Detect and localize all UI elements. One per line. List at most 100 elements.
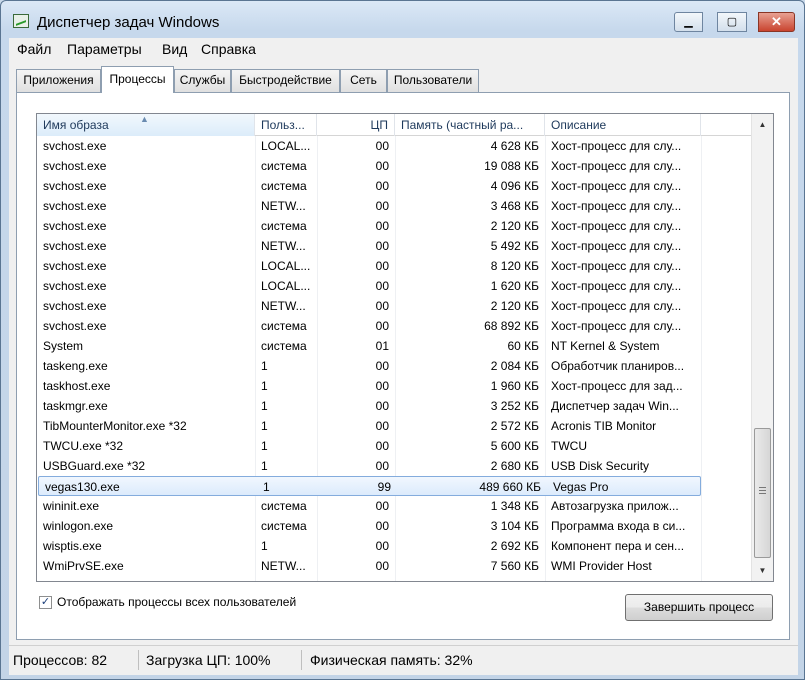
table-row[interactable]: taskhost.exe 1 00 1 960 КБ Хост-процесс для … (37, 376, 751, 396)
table-row[interactable]: TibMounterMonitor.exe *32 1 00 2 572 КБ Acro… (37, 416, 751, 436)
process-list[interactable]: ▲ Имя образа Польз... ЦП Память (частный… (36, 113, 774, 582)
table-row[interactable]: svchost.exe NETW... 00 3 468 КБ Хост-процесс… (37, 196, 751, 216)
process-name: USBGuard.exe *32 (43, 459, 146, 473)
table-row[interactable]: svchost.exe система 00 4 096 КБ Хост-процесс… (37, 176, 751, 196)
column-memory[interactable]: Память (частный ра... (395, 114, 545, 136)
process-user: 1 (261, 459, 268, 473)
status-physical-memory: Физическая память: 32% (310, 652, 473, 668)
process-memory: 5 492 КБ (490, 239, 539, 253)
column-description[interactable]: Описание (545, 114, 701, 136)
status-bar: Процессов: 82 Загрузка ЦП: 100% Физическ… (9, 645, 798, 675)
process-name: svchost.exe (43, 139, 107, 153)
process-memory: 3 252 КБ (490, 399, 539, 413)
vertical-scrollbar[interactable]: ▲ ▼ (751, 114, 773, 581)
table-row[interactable]: wininit.exe система 00 1 348 КБ Автозагрузка… (37, 496, 751, 516)
process-memory: 1 960 КБ (490, 379, 539, 393)
process-name: svchost.exe (43, 179, 107, 193)
process-cpu: 99 (377, 480, 391, 494)
process-cpu: 00 (375, 439, 389, 453)
process-cpu: 00 (375, 499, 389, 513)
menu-file[interactable]: Файл (17, 41, 51, 57)
table-row[interactable]: taskmgr.exe 1 00 3 252 КБ Диспетчер задач Wi… (37, 396, 751, 416)
process-description: Автозагрузка прилож... (551, 499, 679, 513)
title-bar[interactable]: Диспетчер задач Windows ▁ ▢ ✕ (1, 1, 804, 37)
process-description: TWCU (551, 439, 587, 453)
end-process-button[interactable]: Завершить процесс (625, 594, 773, 621)
process-cpu: 00 (375, 319, 389, 333)
process-name: wisptis.exe (43, 539, 102, 553)
scroll-up-arrow-icon[interactable]: ▲ (752, 116, 773, 133)
table-row[interactable]: svchost.exe NETW... 00 5 492 КБ Хост-процесс… (37, 236, 751, 256)
column-image-name[interactable]: ▲ Имя образа (37, 114, 255, 136)
process-memory: 3 468 КБ (490, 199, 539, 213)
table-row[interactable]: USBGuard.exe *32 1 00 2 680 КБ USB Disk Secu… (37, 456, 751, 476)
show-all-users-checkbox[interactable]: ✓ (39, 596, 52, 609)
table-row[interactable]: TWCU.exe *32 1 00 5 600 КБ TWCU (37, 436, 751, 456)
show-all-users-label[interactable]: Отображать процессы всех пользователей (57, 595, 296, 609)
process-name: taskeng.exe (43, 359, 108, 373)
table-row[interactable]: winlogon.exe система 00 3 104 КБ Программа в… (37, 516, 751, 536)
process-description: Хост-процесс для слу... (551, 139, 682, 153)
process-memory: 5 600 КБ (490, 439, 539, 453)
table-row[interactable]: svchost.exe система 00 2 120 КБ Хост-процесс… (37, 216, 751, 236)
table-row[interactable]: vegas130.exe 1 99 489 660 КБ Vegas Pro (38, 476, 701, 496)
process-description: NT Kernel & System (551, 339, 660, 353)
process-name: svchost.exe (43, 239, 107, 253)
tab-applications[interactable]: Приложения (16, 69, 101, 92)
process-name: svchost.exe (43, 199, 107, 213)
process-name: System (43, 339, 84, 353)
tab-services[interactable]: Службы (174, 69, 231, 92)
close-button[interactable]: ✕ (758, 12, 795, 32)
table-row[interactable]: svchost.exe система 00 68 892 КБ Хост-процес… (37, 316, 751, 336)
tab-network[interactable]: Сеть (340, 69, 387, 92)
process-cpu: 00 (375, 239, 389, 253)
process-cpu: 00 (375, 279, 389, 293)
process-name: svchost.exe (43, 299, 107, 313)
table-row[interactable]: svchost.exe LOCAL... 00 4 628 КБ Хост-процес… (37, 136, 751, 156)
process-description: Хост-процесс для слу... (551, 299, 682, 313)
process-description: Vegas Pro (553, 480, 609, 494)
sort-ascending-icon: ▲ (140, 114, 149, 124)
table-row[interactable]: WmiPrvSE.exe NETW... 00 7 560 КБ WMI Provide… (37, 556, 751, 576)
process-user: 1 (261, 379, 268, 393)
table-row[interactable]: svchost.exe система 00 19 088 КБ Хост-процес… (37, 156, 751, 176)
process-user: система (261, 159, 307, 173)
processes-panel: ▲ Имя образа Польз... ЦП Память (частный… (16, 92, 790, 640)
menu-help[interactable]: Справка (201, 41, 256, 57)
process-name: svchost.exe (43, 219, 107, 233)
table-row[interactable]: taskeng.exe 1 00 2 084 КБ Обработчик планиро… (37, 356, 751, 376)
process-cpu: 00 (375, 199, 389, 213)
menu-view[interactable]: Вид (162, 41, 187, 57)
process-name: vegas130.exe (45, 480, 120, 494)
table-row[interactable]: svchost.exe LOCAL... 00 1 620 КБ Хост-процес… (37, 276, 751, 296)
scroll-thumb[interactable] (754, 428, 771, 558)
task-manager-window: Диспетчер задач Windows ▁ ▢ ✕ Файл Парам… (0, 0, 805, 680)
column-cpu[interactable]: ЦП (317, 114, 395, 136)
process-user: 1 (263, 480, 270, 494)
process-description: Хост-процесс для слу... (551, 179, 682, 193)
maximize-button[interactable]: ▢ (717, 12, 747, 32)
column-image-name-label: Имя образа (43, 118, 109, 132)
process-memory: 489 660 КБ (479, 480, 541, 494)
process-cpu: 00 (375, 219, 389, 233)
minimize-button[interactable]: ▁ (674, 12, 703, 32)
process-cpu: 00 (375, 539, 389, 553)
table-row[interactable]: svchost.exe NETW... 00 2 120 КБ Хост-процесс… (37, 296, 751, 316)
process-description: Хост-процесс для слу... (551, 219, 682, 233)
tab-processes[interactable]: Процессы (101, 66, 174, 93)
menu-options[interactable]: Параметры (67, 41, 142, 57)
process-description: Компонент пера и сен... (551, 539, 685, 553)
process-description: Хост-процесс для слу... (551, 279, 682, 293)
process-cpu: 00 (375, 159, 389, 173)
process-name: WmiPrvSE.exe (43, 559, 124, 573)
process-name: svchost.exe (43, 159, 107, 173)
process-memory: 2 572 КБ (490, 419, 539, 433)
tab-performance[interactable]: Быстродействие (231, 69, 340, 92)
table-row[interactable]: svchost.exe LOCAL... 00 8 120 КБ Хост-процес… (37, 256, 751, 276)
table-row[interactable]: System система 01 60 КБ NT Kernel & System (37, 336, 751, 356)
table-row[interactable]: wisptis.exe 1 00 2 692 КБ Компонент пера и с… (37, 536, 751, 556)
scroll-down-arrow-icon[interactable]: ▼ (752, 562, 773, 579)
process-name: svchost.exe (43, 279, 107, 293)
tab-users[interactable]: Пользователи (387, 69, 479, 92)
column-user[interactable]: Польз... (255, 114, 317, 136)
